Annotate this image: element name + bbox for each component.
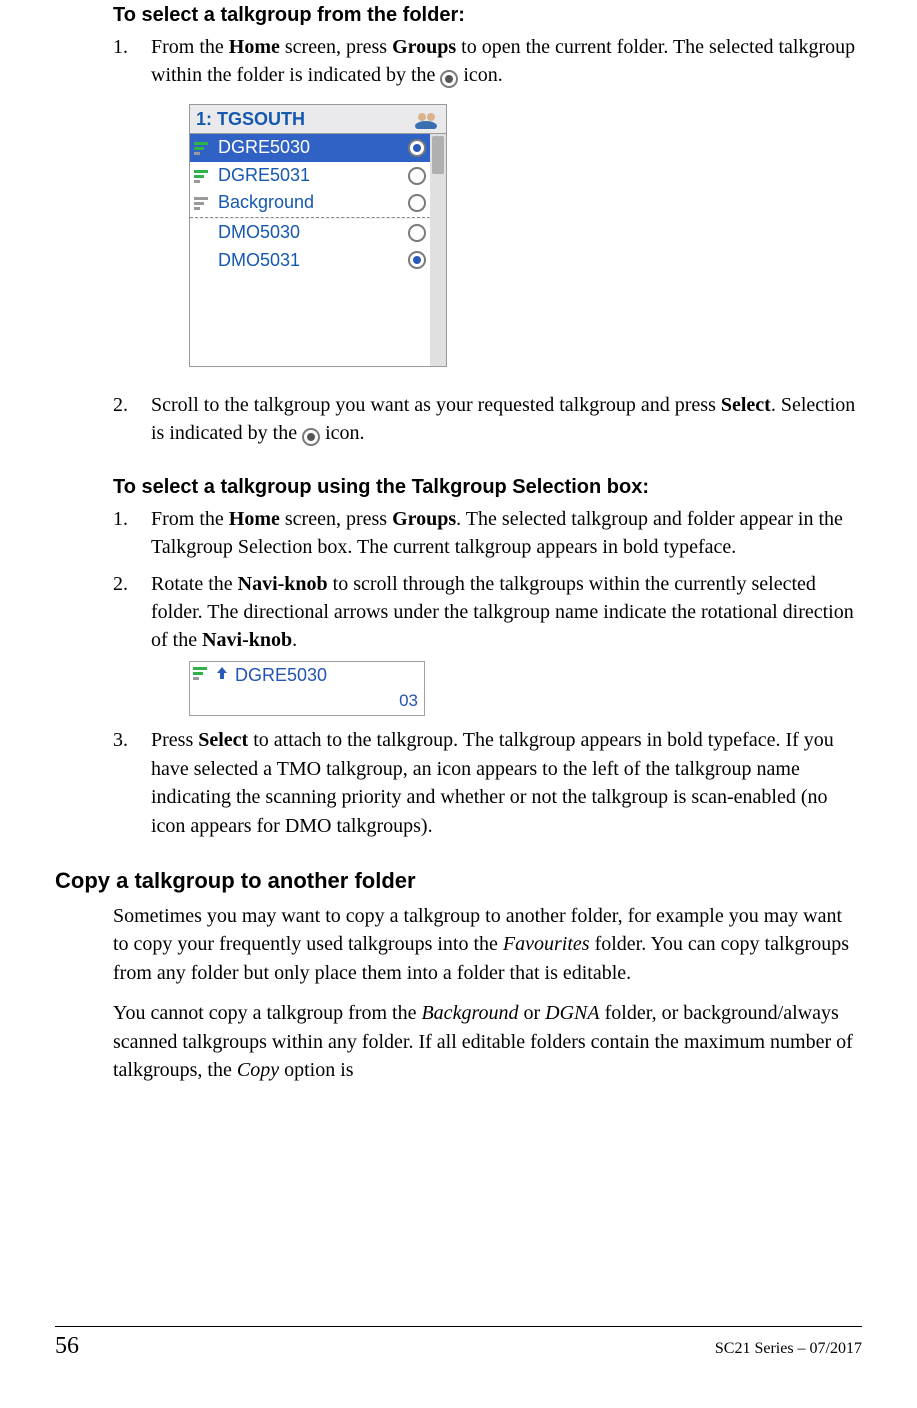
paragraph: You cannot copy a talkgroup from the Bac… — [113, 999, 862, 1084]
figure-titlebar: 1: TGSOUTH — [190, 105, 446, 135]
text-run: screen, press — [280, 508, 392, 530]
text-bold: Navi-knob — [202, 629, 292, 651]
figure-body: DGRE5030 — [190, 134, 446, 366]
text-run: From the — [151, 36, 229, 58]
scan-priority-icon — [194, 140, 214, 156]
radio-icon — [408, 167, 426, 185]
step-number: 2. — [113, 570, 143, 598]
step-text: Press Select to attach to the talkgroup.… — [151, 729, 834, 836]
text-run: Scroll to the talkgroup you want as your… — [151, 394, 721, 416]
text-italic: Background — [421, 1002, 518, 1024]
selected-icon — [440, 70, 458, 88]
step-number: 2. — [113, 391, 143, 419]
page-content: To select a talkgroup from the folder: 1… — [55, 4, 862, 1084]
radio-icon — [408, 224, 426, 242]
heading-select-box: To select a talkgroup using the Talkgrou… — [113, 476, 862, 499]
text-run: From the — [151, 508, 229, 530]
page-number: 56 — [55, 1333, 79, 1360]
talkgroup-label: DMO5031 — [218, 248, 404, 274]
text-run: . — [292, 629, 297, 651]
talkgroup-label: Background — [218, 190, 404, 216]
text-bold: Groups — [392, 508, 456, 530]
scan-priority-icon — [194, 195, 214, 211]
step-text: From the Home screen, press Groups. The … — [151, 508, 843, 558]
text-bold: Home — [229, 508, 280, 530]
steps-select-using-box: 1. From the Home screen, press Groups. T… — [113, 505, 862, 840]
nav-arrow-icon — [215, 663, 231, 689]
talkgroup-label: DGRE5030 — [218, 135, 404, 161]
text-italic: DGNA — [545, 1002, 599, 1024]
step-item: 1. From the Home screen, press Groups to… — [113, 33, 862, 367]
scrollbar — [430, 134, 446, 366]
step-item: 1. From the Home screen, press Groups. T… — [113, 505, 862, 562]
text-run: to attach to the talkgroup. The talkgrou… — [151, 729, 834, 836]
step-item: 2. Rotate the Navi-knob to scroll throug… — [113, 570, 862, 717]
radio-icon — [408, 194, 426, 212]
talkgroup-row: DMO5030 — [190, 219, 430, 247]
step-text: Rotate the Navi-knob to scroll through t… — [151, 573, 854, 652]
text-run: icon. — [320, 422, 364, 444]
figure-title-text: 1: TGSOUTH — [196, 107, 305, 133]
text-bold: Groups — [392, 36, 456, 58]
radio-icon — [408, 251, 426, 269]
talkgroup-label: DMO5030 — [218, 220, 404, 246]
text-bold: Navi-knob — [238, 573, 328, 595]
people-icon — [414, 111, 440, 129]
talkgroup-row: DMO5031 — [190, 247, 430, 275]
selected-icon — [302, 428, 320, 446]
talkgroup-label: DGRE5031 — [218, 163, 404, 189]
text-italic: Copy — [237, 1059, 279, 1081]
scan-priority-icon — [193, 663, 211, 689]
radio-icon — [408, 139, 426, 157]
talkgroup-row: DGRE5030 — [190, 134, 430, 162]
text-bold: Select — [198, 729, 248, 751]
text-run: Press — [151, 729, 198, 751]
step-item: 3. Press Select to attach to the talkgro… — [113, 726, 862, 840]
page-footer: 56 SC21 Series – 07/2017 — [55, 1326, 862, 1360]
text-italic: Favourites — [503, 933, 590, 955]
text-bold: Home — [229, 36, 280, 58]
talkgroup-row: Background — [190, 189, 430, 217]
selection-box-index: 03 — [190, 689, 424, 715]
list-blank-area — [190, 274, 430, 366]
document-page: To select a talkgroup from the folder: 1… — [0, 4, 917, 1408]
heading-copy-talkgroup: Copy a talkgroup to another folder — [55, 868, 862, 894]
paragraph: Sometimes you may want to copy a talkgro… — [113, 902, 862, 987]
text-run: option is — [279, 1059, 353, 1081]
text-bold: Select — [721, 394, 771, 416]
text-run: screen, press — [280, 36, 392, 58]
text-run: You cannot copy a talkgroup from the — [113, 1002, 421, 1024]
text-run: or — [518, 1002, 545, 1024]
step-item: 2. Scroll to the talkgroup you want as y… — [113, 391, 862, 448]
footer-meta: SC21 Series – 07/2017 — [715, 1340, 862, 1360]
step-text: Scroll to the talkgroup you want as your… — [151, 394, 855, 444]
step-number: 1. — [113, 33, 143, 61]
text-run: Rotate the — [151, 573, 238, 595]
step-number: 3. — [113, 726, 143, 754]
scan-priority-icon — [194, 168, 214, 184]
talkgroup-row: DGRE5031 — [190, 162, 430, 190]
steps-select-from-folder: 1. From the Home screen, press Groups to… — [113, 33, 862, 448]
selection-box-row: DGRE5030 — [190, 662, 424, 690]
step-text: From the Home screen, press Groups to op… — [151, 36, 855, 86]
selection-box-figure: DGRE5030 03 — [189, 661, 425, 717]
talkgroup-list: DGRE5030 — [190, 134, 430, 366]
heading-select-folder: To select a talkgroup from the folder: — [113, 4, 862, 27]
step-number: 1. — [113, 505, 143, 533]
talkgroup-folder-figure: 1: TGSOUTH — [189, 104, 447, 367]
selection-box-name: DGRE5030 — [235, 663, 327, 689]
text-run: icon. — [458, 64, 502, 86]
